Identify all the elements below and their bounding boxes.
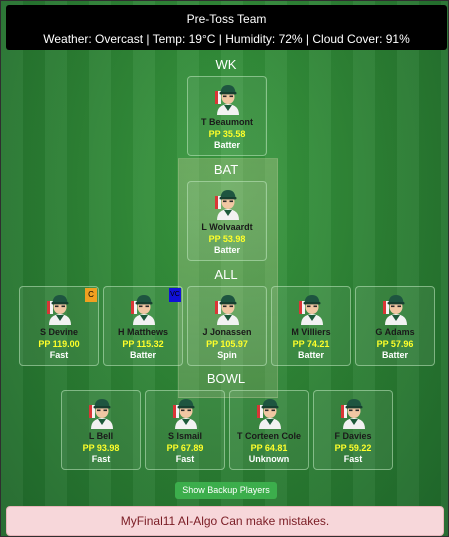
player-role: Spin — [217, 350, 237, 360]
player-name: H Matthews — [117, 327, 168, 337]
player-points: PP 74.21 — [292, 339, 330, 349]
player-name: G Adams — [375, 327, 415, 337]
player-role: Fast — [49, 350, 69, 360]
player-points: PP 119.00 — [38, 339, 80, 349]
player-name: T Corteen Cole — [236, 431, 301, 441]
team-field: Pre-Toss Team Weather: Overcast | Temp: … — [0, 0, 449, 537]
player-avatar-icon — [213, 81, 243, 115]
player-role: Batter — [297, 350, 324, 360]
team-header: Pre-Toss Team Weather: Overcast | Temp: … — [6, 5, 447, 50]
player-points: PP 59.22 — [334, 443, 372, 453]
player-avatar-icon — [213, 186, 243, 220]
player-name: L Wolvaardt — [201, 222, 253, 232]
player-name: S Devine — [39, 327, 79, 337]
player-card[interactable]: VC H Matthews PP 115.32 Batter — [103, 286, 183, 366]
player-role: Batter — [213, 245, 240, 255]
player-card[interactable]: L Wolvaardt PP 53.98 Batter — [187, 181, 267, 261]
player-points: PP 67.89 — [166, 443, 204, 453]
section-label-bowl: BOWL — [206, 371, 246, 386]
player-points: PP 64.81 — [250, 443, 288, 453]
player-card[interactable]: T Corteen Cole PP 64.81 Unknown — [229, 390, 309, 470]
player-points: PP 115.32 — [122, 339, 164, 349]
player-points: PP 93.98 — [82, 443, 120, 453]
player-role: Batter — [213, 140, 240, 150]
player-avatar-icon — [213, 291, 243, 325]
player-card[interactable]: G Adams PP 57.96 Batter — [355, 286, 435, 366]
player-points: PP 53.98 — [208, 234, 246, 244]
player-name: J Jonassen — [202, 327, 252, 337]
player-role: Fast — [175, 454, 195, 464]
player-points: PP 105.97 — [206, 339, 248, 349]
player-role: Unknown — [248, 454, 290, 464]
player-avatar-icon — [87, 395, 117, 429]
player-avatar-icon — [171, 395, 201, 429]
player-role: Fast — [343, 454, 363, 464]
player-role: Batter — [381, 350, 408, 360]
player-card[interactable]: S Ismail PP 67.89 Fast — [145, 390, 225, 470]
player-name: L Bell — [88, 431, 114, 441]
player-points: PP 57.96 — [376, 339, 414, 349]
player-avatar-icon — [45, 291, 75, 325]
player-name: M Villiers — [291, 327, 331, 337]
section-label-wk: WK — [215, 57, 237, 72]
player-avatar-icon — [339, 395, 369, 429]
team-title: Pre-Toss Team — [186, 12, 267, 26]
weather-info: Weather: Overcast | Temp: 19°C | Humidit… — [43, 32, 410, 46]
player-avatar-icon — [381, 291, 411, 325]
vice-captain-badge: VC — [169, 288, 181, 302]
player-card[interactable]: C S Devine PP 119.00 Fast — [19, 286, 99, 366]
player-role: Fast — [91, 454, 111, 464]
disclaimer-banner: MyFinal11 AI-Algo Can make mistakes. — [6, 506, 444, 536]
captain-badge: C — [85, 288, 97, 302]
player-card[interactable]: T Beaumont PP 35.58 Batter — [187, 76, 267, 156]
section-label-all: ALL — [214, 267, 238, 282]
player-name: F Davies — [334, 431, 372, 441]
player-avatar-icon — [255, 395, 285, 429]
player-card[interactable]: M Villiers PP 74.21 Batter — [271, 286, 351, 366]
player-name: T Beaumont — [200, 117, 253, 127]
player-card[interactable]: J Jonassen PP 105.97 Spin — [187, 286, 267, 366]
player-avatar-icon — [297, 291, 327, 325]
show-backup-players-button[interactable]: Show Backup Players — [175, 482, 277, 499]
player-avatar-icon — [129, 291, 159, 325]
player-role: Batter — [129, 350, 156, 360]
player-card[interactable]: F Davies PP 59.22 Fast — [313, 390, 393, 470]
player-name: S Ismail — [167, 431, 203, 441]
player-card[interactable]: L Bell PP 93.98 Fast — [61, 390, 141, 470]
section-label-bat: BAT — [213, 162, 239, 177]
player-points: PP 35.58 — [208, 129, 246, 139]
